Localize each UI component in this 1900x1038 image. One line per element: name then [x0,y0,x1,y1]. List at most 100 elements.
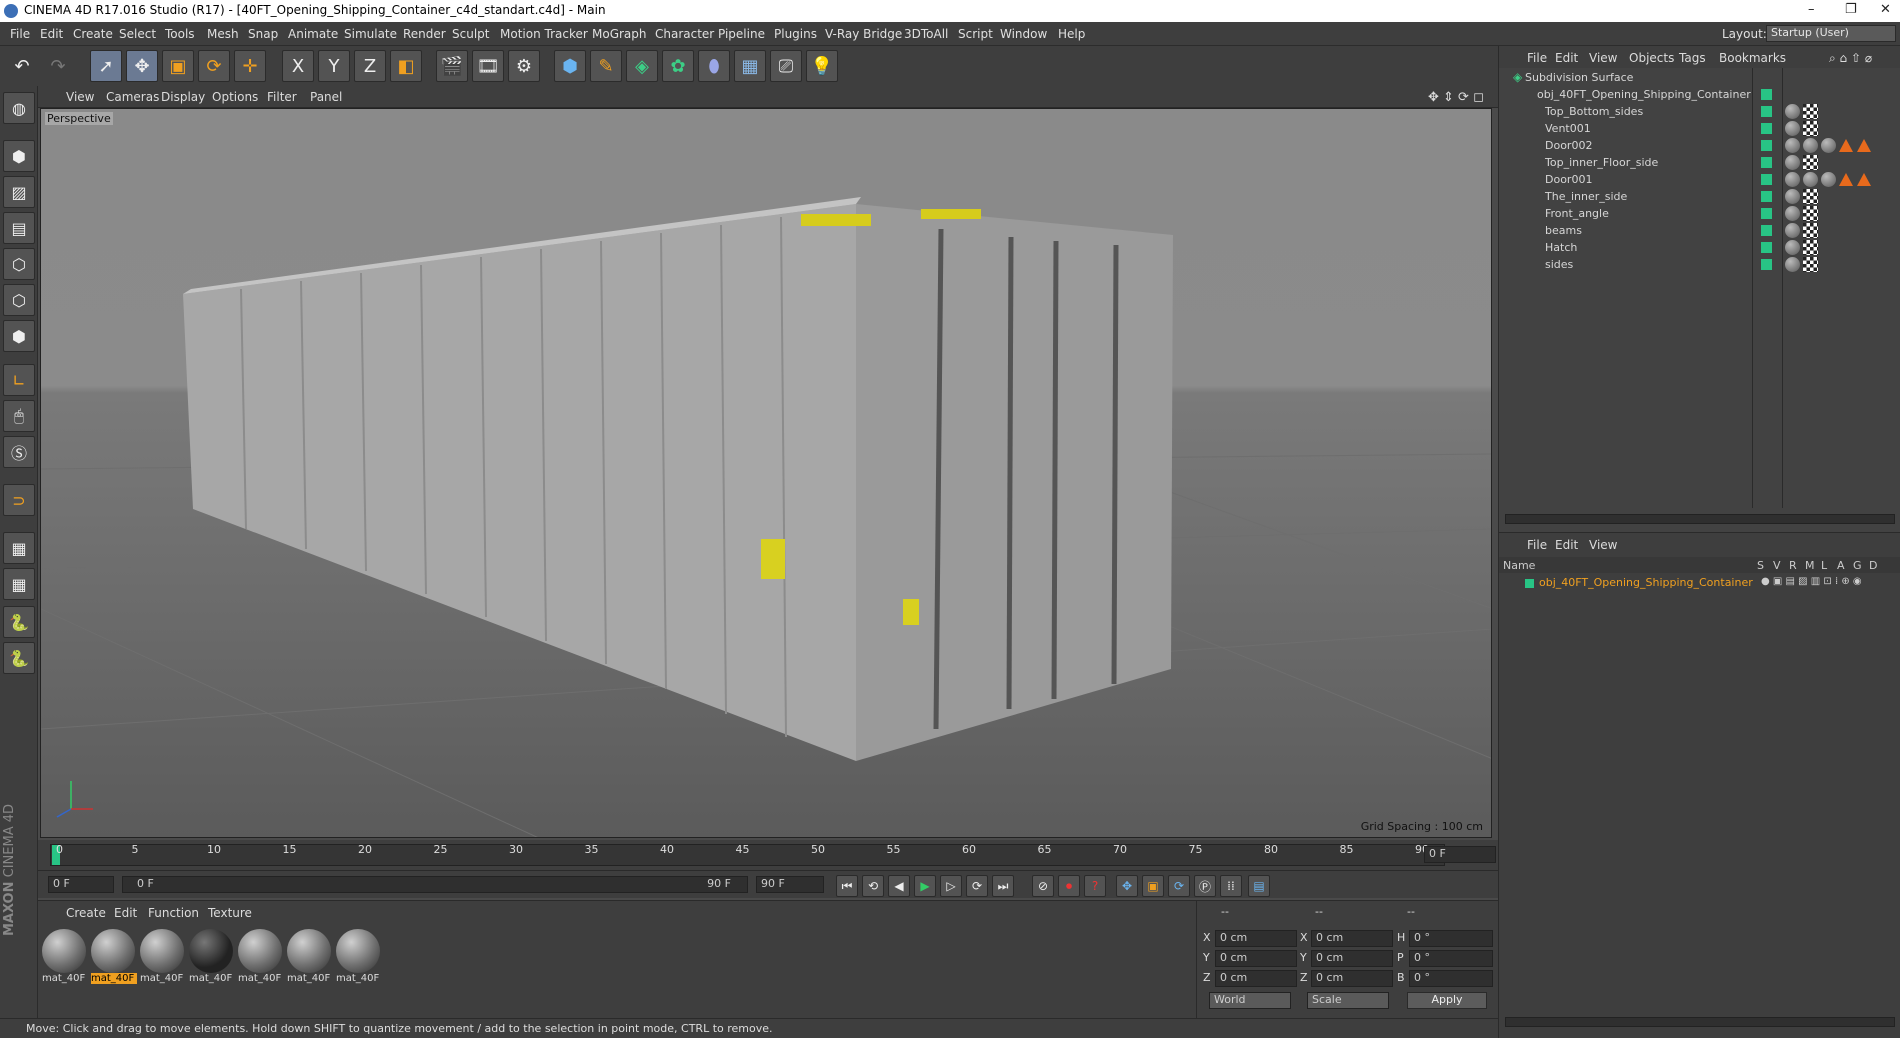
cube-icon[interactable]: ⬢ [554,50,586,82]
y-axis-icon[interactable]: Y [318,50,350,82]
material-swatch[interactable]: mat_40F [91,929,137,987]
menu-window[interactable]: Window [1000,27,1047,41]
close-button[interactable]: ✕ [1880,2,1891,17]
key-param-icon[interactable]: Ⓟ [1194,875,1216,897]
viewport-nav-icon[interactable]: ✥ ⇕ ⟳ ◻ [1428,90,1484,105]
restore-button[interactable]: ❐ [1845,2,1857,17]
visibility-dot[interactable] [1761,140,1772,151]
menu-simulate[interactable]: Simulate [344,27,397,41]
visibility-dot[interactable] [1761,191,1772,202]
key-grid-icon[interactable]: ⁞⁞ [1220,875,1242,897]
visibility-dot[interactable] [1761,242,1772,253]
menu-animate[interactable]: Animate [288,27,338,41]
material-tag-icon[interactable] [1785,206,1800,221]
timeline-window-icon[interactable]: ▤ [1248,875,1270,897]
apply-button[interactable]: Apply [1407,992,1487,1009]
make-editable-icon[interactable]: ◍ [3,92,35,124]
goto-end-icon[interactable]: ⏭ [992,875,1014,897]
visibility-dot[interactable] [1761,106,1772,117]
material-tag-icon[interactable] [1785,172,1800,187]
axis-mode-icon[interactable]: ∟ [3,364,35,396]
size-y-field[interactable]: 0 cm [1311,950,1393,967]
obj-menu-tags[interactable]: Tags [1679,51,1706,65]
material-tag-icon[interactable] [1785,223,1800,238]
next-frame-icon[interactable]: ▷ [940,875,962,897]
material-swatch[interactable]: mat_40F [140,929,186,987]
vp-menu-cameras[interactable]: Cameras [106,90,159,104]
attr-menu-file[interactable]: File [1527,538,1547,552]
viewport-3d[interactable]: Perspective Grid Spacing: 100 cm [40,108,1492,838]
material-tag-icon[interactable] [1785,155,1800,170]
obj-menu-bookmarks[interactable]: Bookmarks [1719,51,1786,65]
vp-menu-panel[interactable]: Panel [310,90,342,104]
record-off-icon[interactable]: ⊘ [1032,875,1054,897]
world-select[interactable]: World [1209,992,1291,1009]
material-tag-icon[interactable] [1785,104,1800,119]
material-tag-icon[interactable] [1785,240,1800,255]
next-key-icon[interactable]: ⟳ [966,875,988,897]
mat-menu-texture[interactable]: Texture [208,906,252,920]
visibility-dot[interactable] [1761,89,1772,100]
menu-plugins[interactable]: Plugins [774,27,817,41]
texture-tag-icon[interactable] [1803,155,1818,170]
material-swatch[interactable]: mat_40F [336,929,382,987]
visibility-dot[interactable] [1761,157,1772,168]
visibility-dot[interactable] [1761,174,1772,185]
python-icon[interactable]: 🐍 [3,606,35,638]
rot-h-field[interactable]: 0 ° [1409,930,1493,947]
prev-frame-icon[interactable]: ◀ [888,875,910,897]
texture-tag-icon[interactable] [1803,189,1818,204]
snap-icon[interactable]: Ⓢ [3,436,35,468]
move-icon[interactable]: ✥ [126,50,158,82]
deformer-icon[interactable]: ⬮ [698,50,730,82]
warning-tag-icon[interactable] [1839,173,1853,186]
material-tag-icon[interactable] [1803,172,1818,187]
texture-tag-icon[interactable] [1803,104,1818,119]
menu-sculpt[interactable]: Sculpt [452,27,489,41]
material-swatch[interactable]: mat_40F [287,929,333,987]
subdivision-icon[interactable]: ◈ [626,50,658,82]
scale-select[interactable]: Scale [1307,992,1389,1009]
menu-character[interactable]: Character [655,27,714,41]
start-frame-field[interactable]: 0 F [48,876,114,893]
menu-motion-tracker[interactable]: Motion Tracker [500,27,588,41]
pos-y-field[interactable]: 0 cm [1215,950,1297,967]
rot-p-field[interactable]: 0 ° [1409,950,1493,967]
timeline-ruler[interactable]: 0 5 10 15 20 25 30 35 40 45 50 55 60 65 70 75 80 85 90 0 F [38,840,1498,870]
camera-icon[interactable]: ⎚ [770,50,802,82]
floor-icon[interactable]: ▦ [734,50,766,82]
workplane-mode-icon[interactable]: ▤ [3,212,35,244]
texture-tag-icon[interactable] [1803,223,1818,238]
end-frame-field[interactable]: 90 F [756,876,824,893]
play-icon[interactable]: ▶ [914,875,936,897]
menu-mograph[interactable]: MoGraph [592,27,647,41]
rot-b-field[interactable]: 0 ° [1409,970,1493,987]
menu-pipeline[interactable]: Pipeline [718,27,765,41]
model-mode-icon[interactable]: ⬢ [3,140,35,172]
record-icon[interactable]: ⏺ [1058,875,1080,897]
texture-tag-icon[interactable] [1803,121,1818,136]
menu-snap[interactable]: Snap [248,27,278,41]
x-axis-icon[interactable]: X [282,50,314,82]
scale-icon[interactable]: ▣ [162,50,194,82]
material-swatch[interactable]: mat_40F [189,929,235,987]
layer-object-name[interactable]: obj_40FT_Opening_Shipping_Container [1539,576,1753,589]
tree-row[interactable]: sides [1499,255,1900,275]
warning-tag-icon[interactable] [1857,139,1871,152]
point-mode-icon[interactable]: ⬡ [3,248,35,280]
obj-menu-edit[interactable]: Edit [1555,51,1578,65]
pos-z-field[interactable]: 0 cm [1215,970,1297,987]
mat-menu-create[interactable]: Create [66,906,106,920]
menu-mesh[interactable]: Mesh [207,27,239,41]
mat-menu-function[interactable]: Function [148,906,199,920]
workplane-icon[interactable]: ▦ [3,532,35,564]
menu-vray-bridge[interactable]: V-Ray Bridge [825,27,902,41]
obj-search-icon[interactable]: ⌕ ⌂ ⇧ ⌀ [1829,51,1872,66]
lock-workplane-icon[interactable]: ▦ [3,568,35,600]
material-swatch[interactable]: mat_40F [42,929,88,987]
render-view-icon[interactable]: 🎬 [436,50,468,82]
key-rotation-icon[interactable]: ⟳ [1168,875,1190,897]
material-tag-icon[interactable] [1785,121,1800,136]
current-frame-field[interactable]: 0 F [1424,846,1496,863]
menu-create[interactable]: Create [73,27,113,41]
